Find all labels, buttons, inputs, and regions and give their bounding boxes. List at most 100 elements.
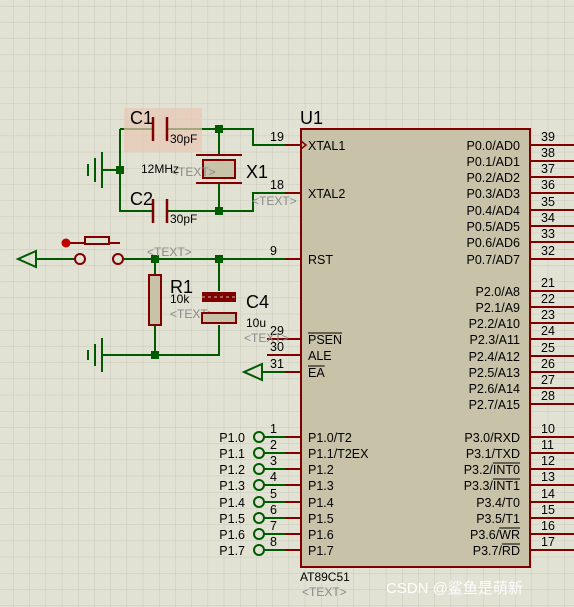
x1-ref: X1 <box>246 162 268 182</box>
pin-number: 24 <box>541 324 555 338</box>
pin-label: P2.0/A8 <box>476 285 521 299</box>
terminal-label: P1.7 <box>219 544 245 558</box>
pin-number: 37 <box>541 162 555 176</box>
pin-number: 35 <box>541 195 555 209</box>
pin-number: 10 <box>541 422 555 436</box>
pin-label: PSEN <box>308 333 342 347</box>
pin-label: P3.1/TXD <box>466 447 520 461</box>
pin-number: 18 <box>270 178 284 192</box>
c4-value: 10u <box>246 316 266 330</box>
pin-number: 39 <box>541 130 555 144</box>
pin-number: 34 <box>541 211 555 225</box>
pin-label: P2.3/A11 <box>469 333 520 347</box>
pin-number: 8 <box>270 535 277 549</box>
pin-label: P1.5 <box>308 512 334 526</box>
pin-number: 17 <box>541 535 555 549</box>
pin-label: P3.3/INT1 <box>464 479 520 493</box>
pin-label: P0.5/AD5 <box>466 220 520 234</box>
pin-label: XTAL2 <box>308 187 345 201</box>
pin-number: 2 <box>270 438 277 452</box>
schematic-canvas: U1 AT89C51 <TEXT> 19XTAL118XTAL29RST29PS… <box>0 0 574 607</box>
pin-number: 4 <box>270 470 277 484</box>
pin-label: P1.7 <box>308 544 334 558</box>
pin-label: P0.0/AD0 <box>466 139 520 153</box>
pin-number: 28 <box>541 389 555 403</box>
pin-label: P3.5/T1 <box>476 512 520 526</box>
pin-label: P2.2/A10 <box>469 317 520 331</box>
pin-number: 25 <box>541 341 555 355</box>
terminal-label: P1.3 <box>219 479 245 493</box>
pin-number: 3 <box>270 454 277 468</box>
pin-label: P2.1/A9 <box>476 301 521 315</box>
terminal-label: P1.1 <box>219 447 245 461</box>
terminal-label: P1.0 <box>219 431 245 445</box>
pin-number: 12 <box>541 454 555 468</box>
c4-ref: C4 <box>246 292 269 312</box>
pin-label: P2.7/A15 <box>469 398 520 412</box>
pin-label: P3.0/RXD <box>464 431 520 445</box>
pin-label: P0.2/AD2 <box>466 171 520 185</box>
xtal2-text-placeholder: <TEXT> <box>252 194 297 208</box>
pin-label: XTAL1 <box>308 139 345 153</box>
pin-number: 5 <box>270 487 277 501</box>
pin-label: P1.0/T2 <box>308 431 352 445</box>
c2-ref: C2 <box>130 189 153 209</box>
pin-label: P1.2 <box>308 463 334 477</box>
pin-label: P0.1/AD1 <box>466 155 520 169</box>
watermark: CSDN @鲨鱼是萌新 <box>386 579 523 597</box>
pin-number: 11 <box>541 438 554 452</box>
pin-number: 14 <box>541 487 555 501</box>
terminal-label: P1.6 <box>219 528 245 542</box>
pin-number: 1 <box>270 422 277 436</box>
pin-number: 13 <box>541 470 555 484</box>
c2-value: 30pF <box>170 212 197 226</box>
pin-label: P2.4/A12 <box>469 350 520 364</box>
pin-number: 7 <box>270 519 277 533</box>
r1-value: 10k <box>170 292 190 306</box>
pin-label: P0.3/AD3 <box>466 187 520 201</box>
pin-label: P1.3 <box>308 479 334 493</box>
pin-label: P2.6/A14 <box>469 382 520 396</box>
pin-number: 6 <box>270 503 277 517</box>
c1-ref: C1 <box>130 108 153 128</box>
pin-label: EA <box>308 366 325 380</box>
pin-number: 38 <box>541 146 555 160</box>
terminal-label: P1.2 <box>219 463 245 477</box>
pin-number: 32 <box>541 244 555 258</box>
pin-label: P2.5/A13 <box>469 366 520 380</box>
resistor-r1[interactable] <box>148 274 162 326</box>
pin-label: P3.6/WR <box>470 528 520 542</box>
pin-number: 9 <box>270 244 277 258</box>
pin-label: RST <box>308 253 333 267</box>
chip-text-placeholder: <TEXT> <box>302 585 347 599</box>
pin-label: P0.7/AD7 <box>466 253 520 267</box>
pin-number: 21 <box>541 276 555 290</box>
c1-value: 30pF <box>170 132 197 146</box>
pin-number: 36 <box>541 178 555 192</box>
pin-label: P0.6/AD6 <box>466 236 520 250</box>
c4-text-placeholder: <TEXT> <box>244 331 289 345</box>
pin-label: P1.1/T2EX <box>308 447 369 461</box>
pin-label: P3.7/RD <box>473 544 520 558</box>
pin-number: 31 <box>270 357 284 371</box>
pin-number: 33 <box>541 227 555 241</box>
terminal-label: P1.5 <box>219 512 245 526</box>
pin-number: 15 <box>541 503 555 517</box>
pin-label: P3.2/INT0 <box>464 463 520 477</box>
pin-number: 19 <box>270 130 284 144</box>
chip-part-name: AT89C51 <box>300 570 350 584</box>
pin-number: 23 <box>541 308 555 322</box>
terminal-label: P1.4 <box>219 496 245 510</box>
pin-label: P1.6 <box>308 528 334 542</box>
pin-label: P0.4/AD4 <box>466 204 520 218</box>
pin-label: P3.4/T0 <box>476 496 520 510</box>
pin-label: P1.4 <box>308 496 334 510</box>
pin-number: 27 <box>541 373 555 387</box>
pin-label: ALE <box>308 349 332 363</box>
x1-text-placeholder: <TEXT> <box>171 165 216 179</box>
pin-number: 16 <box>541 519 555 533</box>
button-text-placeholder: <TEXT> <box>147 245 192 259</box>
pin-number: 26 <box>541 357 555 371</box>
pin-number: 22 <box>541 292 555 306</box>
chip-ref: U1 <box>300 108 323 128</box>
